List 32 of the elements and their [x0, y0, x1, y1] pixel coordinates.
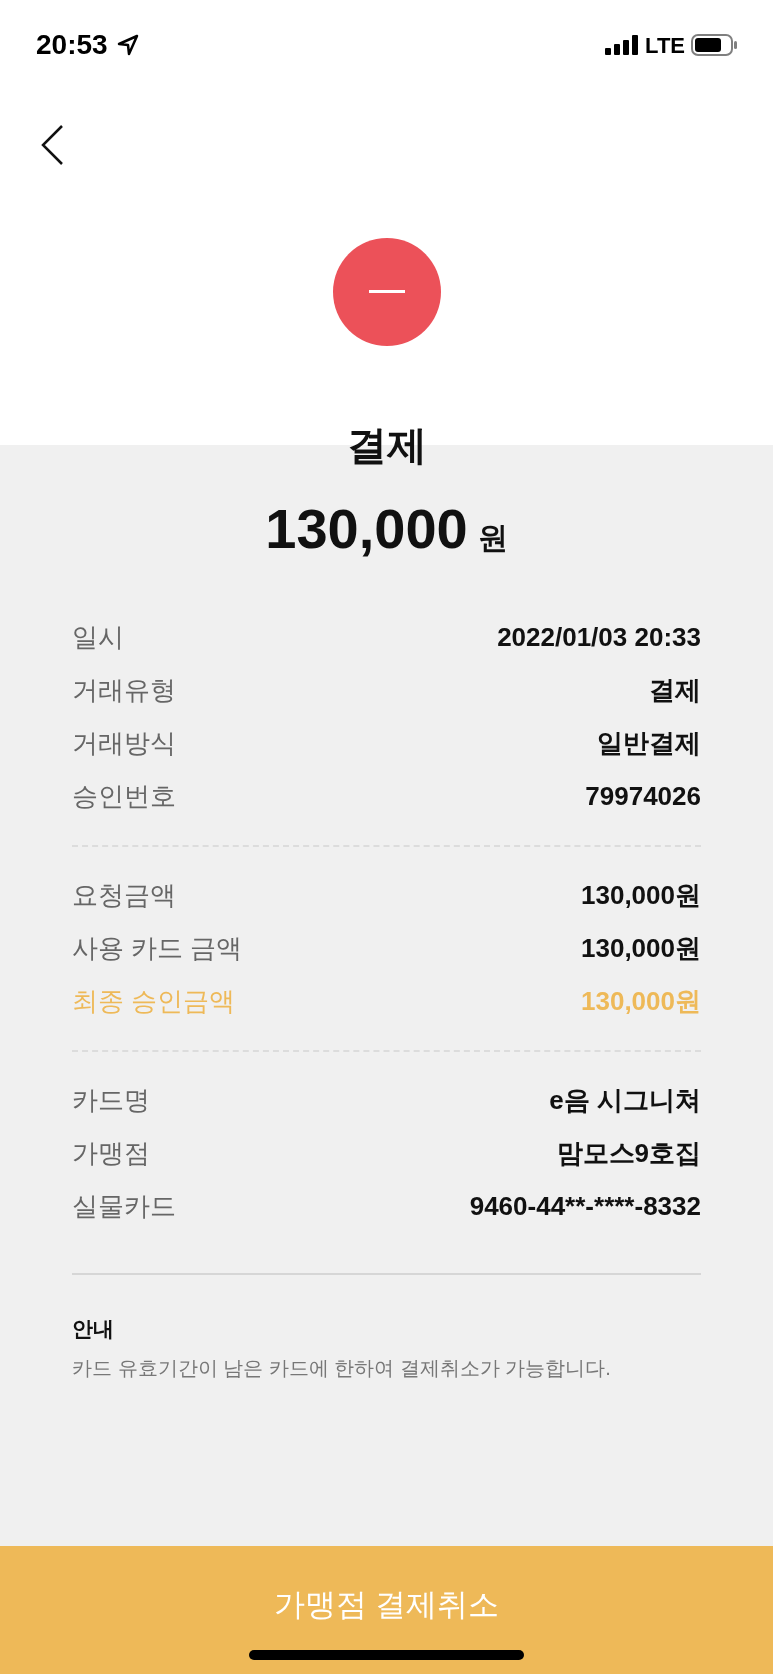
amount-value: 130,000 — [265, 497, 468, 561]
status-time: 20:53 — [36, 28, 108, 62]
notice-text: 카드 유효기간이 남은 카드에 한하여 결제취소가 가능합니다. — [72, 1355, 612, 1381]
amount-unit: 원 — [477, 520, 508, 556]
detail-label: 승인번호 — [72, 780, 176, 813]
battery-icon — [691, 34, 737, 56]
detail-value: 맘모스9호집 — [556, 1137, 701, 1170]
detail-value: e음 시그니쳐 — [549, 1084, 701, 1117]
detail-value: 130,000원 — [581, 985, 701, 1018]
signal-icon — [605, 35, 640, 55]
transaction-title: 결제 — [346, 422, 427, 469]
detail-value: 130,000원 — [581, 879, 701, 912]
detail-label: 요청금액 — [72, 879, 176, 912]
detail-value: 일반결제 — [597, 727, 701, 760]
detail-value: 2022/01/03 20:33 — [497, 621, 701, 654]
minus-circle-icon — [332, 238, 441, 346]
detail-label: 가맹점 — [72, 1137, 150, 1170]
location-arrow-icon — [115, 33, 140, 57]
detail-label: 최종 승인금액 — [72, 985, 236, 1018]
detail-value: 130,000원 — [581, 932, 701, 965]
network-label: LTE — [645, 31, 685, 60]
detail-label: 일시 — [72, 621, 124, 654]
detail-value: 9460-44**-****-8332 — [469, 1190, 701, 1223]
detail-label: 사용 카드 금액 — [72, 932, 243, 965]
detail-label: 거래방식 — [72, 727, 176, 760]
detail-label: 카드명 — [72, 1084, 150, 1117]
detail-label: 실물카드 — [72, 1190, 176, 1223]
cancel-payment-button[interactable]: 가맹점 결제취소 — [0, 1546, 773, 1674]
detail-value: 결제 — [649, 674, 701, 707]
detail-value: 79974026 — [585, 780, 701, 813]
detail-label: 거래유형 — [72, 674, 176, 707]
notice-title: 안내 — [72, 1316, 115, 1342]
